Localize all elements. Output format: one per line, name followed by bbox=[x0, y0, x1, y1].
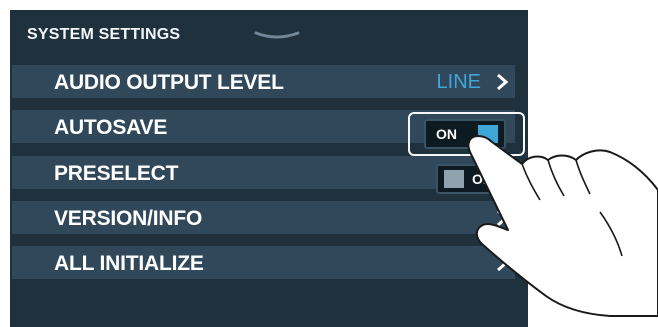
pointing-hand-icon bbox=[467, 135, 658, 317]
menu-item-label: AUTOSAVE bbox=[54, 116, 168, 139]
audio-output-level-value: LINE bbox=[436, 71, 481, 93]
menu-item-audio-output-level[interactable]: AUDIO OUTPUT LEVEL LINE bbox=[12, 65, 515, 98]
chevron-right-icon bbox=[497, 73, 509, 91]
menu-item-version-info[interactable]: VERSION/INFO bbox=[12, 201, 515, 234]
title-bar: SYSTEM SETTINGS bbox=[10, 10, 528, 60]
menu-item-label: ALL INITIALIZE bbox=[54, 252, 204, 275]
menu-item-label: PRESELECT bbox=[54, 162, 179, 185]
pull-down-handle-icon[interactable] bbox=[254, 30, 300, 42]
menu-item-label: VERSION/INFO bbox=[54, 207, 203, 230]
menu-item-label: AUDIO OUTPUT LEVEL bbox=[54, 71, 284, 94]
menu-item-all-initialize[interactable]: ALL INITIALIZE bbox=[12, 246, 515, 279]
page-title: SYSTEM SETTINGS bbox=[27, 26, 181, 43]
